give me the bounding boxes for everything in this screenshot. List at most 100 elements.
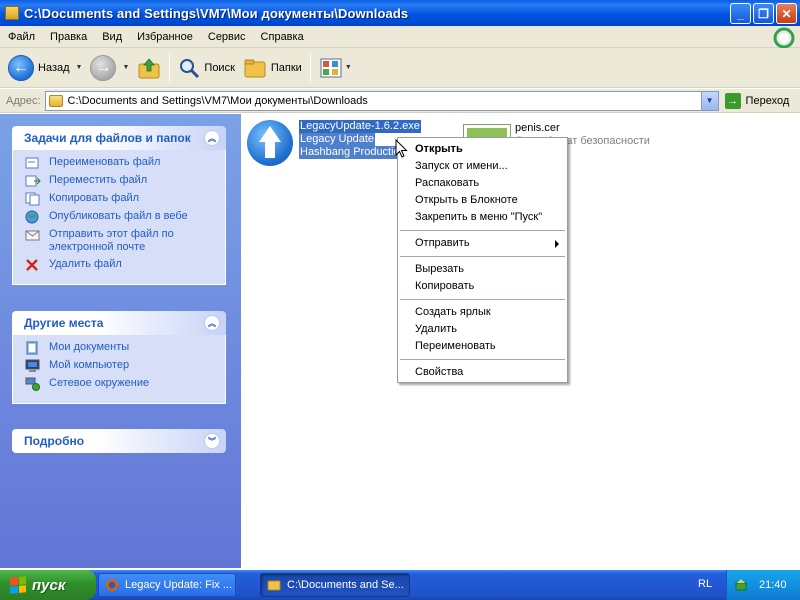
- window-title: C:\Documents and Settings\VM7\Мои докуме…: [24, 5, 409, 21]
- clock[interactable]: 21:40: [759, 579, 787, 591]
- address-dropdown-icon[interactable]: ▼: [700, 91, 718, 110]
- menu-item-properties[interactable]: Свойства: [398, 364, 567, 381]
- menu-item-label: Отправить: [415, 237, 470, 249]
- panel-title: Задачи для файлов и папок: [24, 131, 191, 145]
- forward-arrow-icon: →: [90, 54, 117, 81]
- menu-item-pin-start[interactable]: Закрепить в меню "Пуск": [398, 209, 567, 226]
- file-name: penis.cer: [515, 122, 560, 134]
- my-computer-icon: [25, 359, 40, 372]
- submenu-arrow-icon: [555, 240, 559, 248]
- taskbar-item-label: C:\Documents and Se...: [287, 579, 404, 591]
- taskbar-item-explorer[interactable]: C:\Documents and Se...: [260, 573, 410, 597]
- address-bar: Адрес: C:\Documents and Settings\VM7\Мои…: [0, 89, 800, 113]
- task-label: Копировать файл: [49, 192, 140, 204]
- expand-icon[interactable]: ︾: [204, 433, 220, 449]
- up-button[interactable]: [133, 51, 165, 85]
- menu-item-extract[interactable]: Распаковать: [398, 175, 567, 192]
- delete-icon: [26, 259, 38, 271]
- folder-up-icon: [138, 57, 160, 78]
- views-button[interactable]: ▼: [315, 51, 356, 85]
- maximize-button[interactable]: ❐: [753, 3, 774, 24]
- copy-icon: [25, 192, 40, 206]
- menu-help[interactable]: Справка: [253, 31, 311, 43]
- menu-edit[interactable]: Правка: [42, 31, 94, 43]
- context-menu: Открыть Запуск от имени... Распаковать О…: [397, 137, 568, 383]
- language-indicator[interactable]: RL: [698, 578, 712, 590]
- menu-favorites[interactable]: Избранное: [129, 31, 200, 43]
- menu-separator: [400, 230, 565, 231]
- panel-title: Подробно: [24, 434, 85, 448]
- go-label: Переход: [745, 94, 790, 107]
- file-tasks-header[interactable]: Задачи для файлов и папок ︽: [12, 126, 226, 150]
- task-rename[interactable]: Переименовать файл: [25, 156, 217, 170]
- taskbar-item-browser[interactable]: Legacy Update: Fix ...: [98, 573, 236, 597]
- windows-logo-icon: [773, 27, 795, 49]
- search-button[interactable]: Поиск: [174, 51, 238, 85]
- menu-tools[interactable]: Сервис: [200, 31, 253, 43]
- other-places-panel: Другие места ︽ Мои документы Мой компьют…: [12, 311, 226, 404]
- file-tasks-panel: Задачи для файлов и папок ︽ Переименоват…: [12, 126, 226, 285]
- place-label: Мой компьютер: [49, 359, 130, 371]
- rename-icon: [25, 157, 39, 169]
- menu-item-open-notepad[interactable]: Открыть в Блокноте: [398, 192, 567, 209]
- menu-item-create-shortcut[interactable]: Создать ярлык: [398, 304, 567, 321]
- taskbar: пуск Legacy Update: Fix ... C:\Documents…: [0, 570, 800, 600]
- menu-bar: Файл Правка Вид Избранное Сервис Справка: [0, 26, 800, 48]
- views-dropdown-icon[interactable]: ▼: [345, 64, 352, 71]
- folders-button[interactable]: Папки: [239, 51, 306, 85]
- back-button[interactable]: ← Назад ▼: [4, 51, 86, 85]
- address-input[interactable]: C:\Documents and Settings\VM7\Мои докуме…: [44, 90, 719, 111]
- task-publish[interactable]: Опубликовать файл в вебе: [25, 210, 217, 224]
- forward-dropdown-icon[interactable]: ▼: [122, 64, 129, 71]
- start-button[interactable]: пуск: [0, 570, 96, 600]
- task-label: Переместить файл: [49, 174, 148, 186]
- place-my-computer[interactable]: Мой компьютер: [25, 359, 217, 373]
- task-pane: Задачи для файлов и папок ︽ Переименоват…: [0, 114, 241, 568]
- collapse-icon[interactable]: ︽: [204, 315, 220, 331]
- toolbar-separator: [309, 53, 311, 82]
- place-label: Мои документы: [49, 341, 130, 353]
- menu-file[interactable]: Файл: [0, 31, 42, 43]
- file-description: Legacy Update: [299, 133, 375, 146]
- panel-title: Другие места: [24, 316, 104, 330]
- forward-button[interactable]: → ▼: [86, 51, 133, 85]
- folders-icon: [244, 59, 266, 77]
- menu-item-run-as[interactable]: Запуск от имени...: [398, 158, 567, 175]
- place-my-documents[interactable]: Мои документы: [25, 341, 217, 355]
- tray-update-icon[interactable]: [735, 578, 749, 592]
- task-move[interactable]: Переместить файл: [25, 174, 217, 188]
- place-network[interactable]: Сетевое окружение: [25, 377, 217, 391]
- menu-item-send-to[interactable]: Отправить: [398, 235, 567, 252]
- back-dropdown-icon[interactable]: ▼: [76, 64, 83, 71]
- search-icon: [180, 58, 200, 78]
- address-value: C:\Documents and Settings\VM7\Мои докуме…: [67, 94, 368, 107]
- publish-web-icon: [25, 210, 39, 224]
- task-copy[interactable]: Копировать файл: [25, 192, 217, 206]
- collapse-icon[interactable]: ︽: [204, 130, 220, 146]
- task-email[interactable]: Отправить этот файл по электронной почте: [25, 228, 217, 254]
- folder-icon: [48, 94, 63, 107]
- views-icon: [320, 58, 342, 77]
- task-label: Удалить файл: [49, 258, 122, 270]
- menu-item-cut[interactable]: Вырезать: [398, 261, 567, 278]
- folder-icon: [267, 580, 281, 591]
- details-header[interactable]: Подробно ︾: [12, 429, 226, 453]
- task-delete[interactable]: Удалить файл: [25, 258, 217, 272]
- minimize-button[interactable]: _: [730, 3, 751, 24]
- firefox-icon: [106, 579, 118, 591]
- go-button[interactable]: → Переход: [724, 92, 790, 109]
- place-label: Сетевое окружение: [49, 377, 150, 389]
- close-button[interactable]: ✕: [776, 3, 797, 24]
- menu-item-open[interactable]: Открыть: [398, 141, 567, 158]
- title-bar[interactable]: C:\Documents and Settings\VM7\Мои докуме…: [0, 0, 800, 26]
- task-label: Переименовать файл: [49, 156, 161, 168]
- menu-item-copy[interactable]: Копировать: [398, 278, 567, 295]
- my-documents-icon: [26, 341, 38, 355]
- menu-view[interactable]: Вид: [94, 31, 129, 43]
- details-panel: Подробно ︾: [12, 429, 226, 453]
- menu-item-delete[interactable]: Удалить: [398, 321, 567, 338]
- start-label: пуск: [32, 576, 66, 594]
- other-places-header[interactable]: Другие места ︽: [12, 311, 226, 335]
- search-label: Поиск: [204, 61, 235, 74]
- menu-item-rename[interactable]: Переименовать: [398, 338, 567, 355]
